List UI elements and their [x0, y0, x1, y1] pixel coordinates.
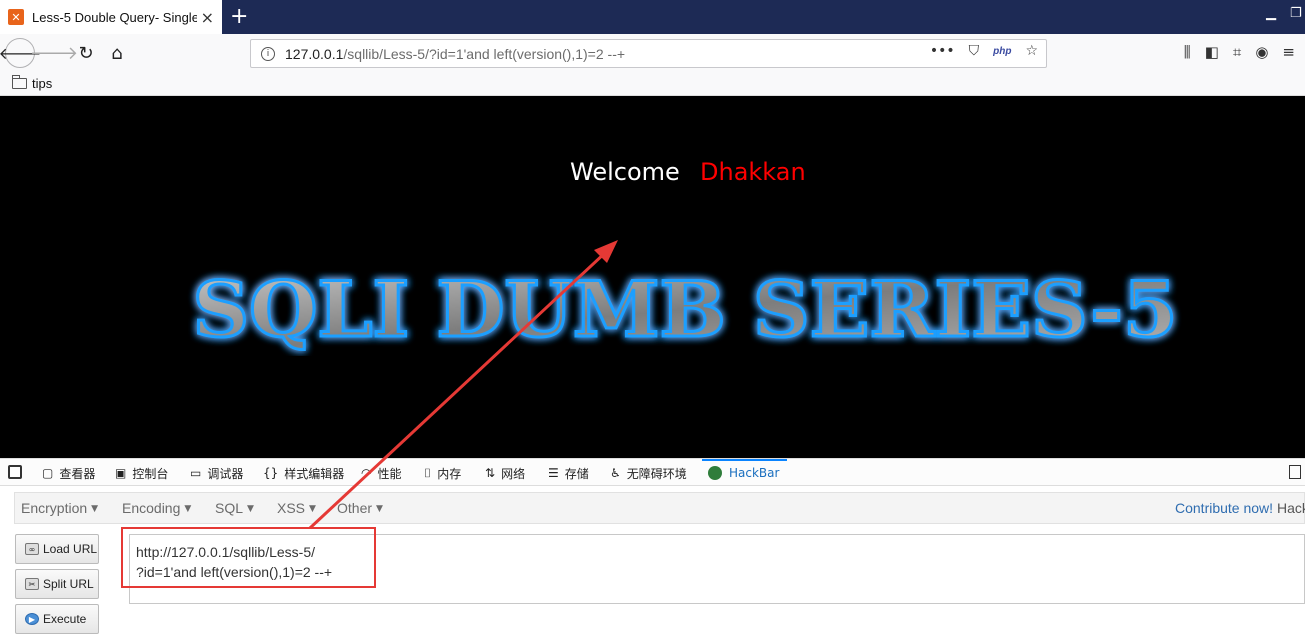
banner-text: SQLI DUMB SERIES-5 [193, 266, 1178, 354]
welcome-label: Welcome [570, 158, 680, 186]
menu-sql[interactable]: SQL ▼ [215, 500, 254, 516]
menu-xss[interactable]: XSS ▼ [277, 500, 316, 516]
sidebar-icon[interactable]: ◧ [1205, 43, 1219, 61]
pocket-icon[interactable]: ⛉ [969, 43, 980, 59]
network-icon: ⇅ [485, 466, 496, 480]
tab-style-editor[interactable]: {} 样式编辑器 [263, 459, 344, 487]
chevron-down-icon: ▼ [376, 504, 383, 515]
bookmark-folder-tips[interactable]: tips [32, 76, 52, 91]
devtools-toolbar: ▢ 查看器 ▣ 控制台 ▭ 调试器 {} 样式编辑器 ◠ 性能 ⌷ 内存 ⇅ 网络 ☰ 存储 ♿… [0, 458, 1305, 486]
chevron-down-icon: ▼ [309, 504, 316, 515]
tab-performance[interactable]: ◠ 性能 [361, 459, 402, 487]
chevron-down-icon: ▼ [247, 504, 254, 515]
tab-hackbar[interactable]: HackBar [701, 459, 788, 487]
navigation-toolbar: 🡐 🡒 ↻ ⌂ i 127.0.0.1/sqllib/Less-5/?id=1'… [0, 34, 1305, 72]
memory-icon: ⌷ [424, 465, 432, 480]
debugger-icon: ▭ [190, 466, 202, 480]
menu-other[interactable]: Other ▼ [337, 500, 383, 516]
split-url-button[interactable]: ✂ Split URL [15, 569, 99, 599]
chevron-down-icon: ▼ [91, 504, 99, 515]
hackbar-icon [708, 466, 722, 480]
chevron-down-icon: ▼ [184, 504, 192, 515]
page-content: Welcome Dhakkan SQLI DUMB SERIES-5 [0, 96, 1305, 458]
page-actions-icon[interactable]: ••• [930, 43, 955, 59]
highlight-box [121, 527, 376, 588]
reload-button[interactable]: ↻ [72, 39, 100, 67]
address-bar[interactable]: i 127.0.0.1/sqllib/Less-5/?id=1'and left… [250, 39, 1047, 68]
execute-button[interactable]: ▶ Execute [15, 604, 99, 634]
screenshot-icon[interactable]: ⌗ [1233, 43, 1241, 61]
tab-debugger[interactable]: ▭ 调试器 [190, 459, 243, 487]
menu-icon[interactable]: ≡ [1282, 43, 1295, 61]
php-extension-icon[interactable]: php [993, 46, 1011, 59]
forward-button[interactable]: 🡒 [30, 39, 78, 67]
tab-console[interactable]: ▣ 控制台 [115, 459, 168, 487]
tab-title: Less-5 Double Query- Single [32, 9, 197, 25]
style-editor-icon: {} [263, 466, 279, 480]
welcome-name: Dhakkan [700, 158, 806, 186]
tab-accessibility[interactable]: ♿ 无障碍环境 [610, 459, 687, 487]
tab-inspector[interactable]: ▢ 查看器 [42, 459, 95, 487]
performance-icon: ◠ [361, 466, 372, 480]
execute-icon: ▶ [25, 613, 39, 625]
banner-image: SQLI DUMB SERIES-5 [191, 266, 1179, 356]
load-icon: ∞ [25, 543, 39, 555]
library-icon[interactable]: ⫼ [1184, 43, 1191, 61]
home-button[interactable]: ⌂ [103, 39, 131, 67]
hackbar-menubar: Encryption ▼ Encoding ▼ SQL ▼ XSS ▼ Other ▼ C… [14, 492, 1305, 524]
console-icon: ▣ [115, 466, 127, 480]
load-url-button[interactable]: ∞ Load URL [15, 534, 99, 564]
url-text[interactable]: 127.0.0.1/sqllib/Less-5/?id=1'and left(v… [285, 46, 625, 62]
restore-icon[interactable]: ❐ [1290, 6, 1302, 21]
storage-icon: ☰ [548, 466, 559, 480]
tab-strip: ✕ Less-5 Double Query- Single × + ▁ ❐ [0, 0, 1305, 34]
minimize-icon[interactable]: ▁ [1266, 6, 1276, 21]
split-icon: ✂ [25, 578, 39, 590]
accessibility-icon: ♿ [610, 466, 621, 480]
element-picker-icon[interactable] [8, 465, 22, 479]
bookmarks-toolbar: tips [0, 72, 1305, 96]
site-info-icon[interactable]: i [261, 46, 275, 61]
menu-encryption[interactable]: Encryption ▼ [21, 500, 98, 516]
inspector-icon: ▢ [42, 466, 54, 480]
tab-memory[interactable]: ⌷ 内存 [424, 459, 461, 487]
bookmark-star-icon[interactable]: ☆ [1025, 43, 1038, 59]
menu-encoding[interactable]: Encoding ▼ [122, 500, 191, 516]
new-tab-button[interactable]: + [230, 4, 248, 29]
dock-icon[interactable] [1289, 465, 1301, 479]
close-tab-icon[interactable]: × [201, 8, 214, 27]
browser-tab[interactable]: ✕ Less-5 Double Query- Single × [0, 0, 222, 34]
account-icon[interactable]: ◉ [1255, 43, 1268, 61]
tab-network[interactable]: ⇅ 网络 [485, 459, 525, 487]
contribute-link[interactable]: Contribute now! Hack [1175, 500, 1305, 516]
tab-storage[interactable]: ☰ 存储 [548, 459, 589, 487]
folder-icon [12, 75, 27, 89]
xampp-icon: ✕ [8, 9, 24, 25]
